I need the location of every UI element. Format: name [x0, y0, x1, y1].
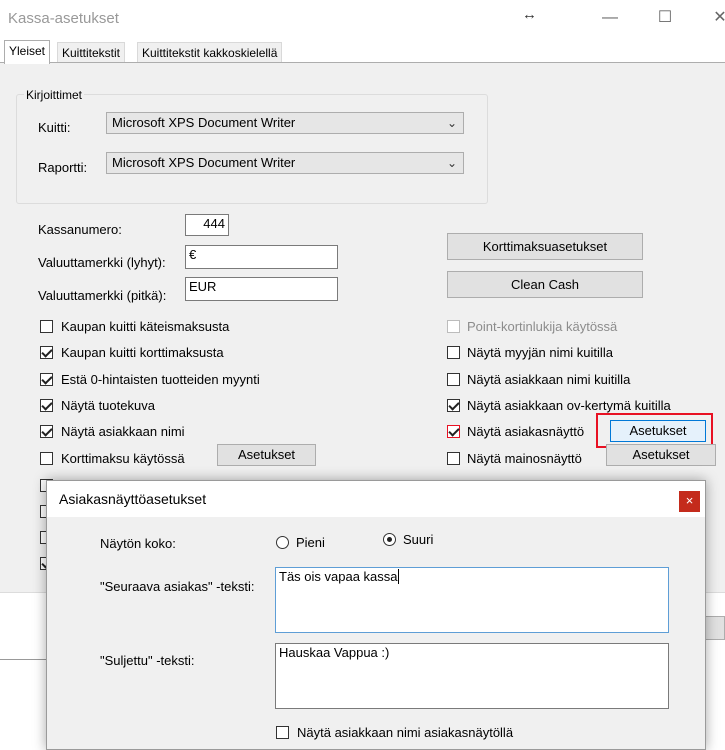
tab-yleiset[interactable]: Yleiset — [4, 40, 51, 64]
checkbox-label: Estä 0-hintaisten tuotteiden myynti — [61, 372, 260, 387]
close-icon[interactable]: ✕ — [700, 4, 725, 32]
card-payment-settings-small-button[interactable]: Asetukset — [217, 444, 316, 466]
checkbox-box — [447, 320, 460, 333]
report-printer-label: Raportti: — [38, 160, 88, 175]
checkbox-box[interactable] — [447, 399, 460, 412]
checkbox-label: Näytä asiakkaan ov-kertymä kuitilla — [467, 398, 671, 413]
printers-group — [16, 94, 488, 204]
currency-short-input[interactable]: € — [185, 245, 338, 269]
receipt-printer-label: Kuitti: — [38, 120, 71, 135]
tab-kuittitekstit-kakkoskielella[interactable]: Kuittitekstit kakkoskielellä — [137, 42, 283, 63]
radio-circle[interactable] — [383, 533, 396, 546]
currency-short-label: Valuuttamerkki (lyhyt): — [38, 255, 166, 270]
card-payment-settings-button[interactable]: Korttimaksuasetukset — [447, 233, 643, 260]
text-caret — [397, 569, 399, 584]
currency-long-input[interactable]: EUR — [185, 277, 338, 301]
radio-label: Pieni — [296, 535, 325, 550]
window-title: Kassa-asetukset — [8, 10, 119, 27]
checkbox-box[interactable] — [40, 399, 53, 412]
chevron-down-icon: ⌄ — [446, 156, 457, 170]
currency-long-label: Valuuttamerkki (pitkä): — [38, 288, 167, 303]
checkbox-box[interactable] — [40, 346, 53, 359]
checkbox-box[interactable] — [276, 726, 289, 739]
checkbox-label: Näytä asiakkaan nimi asiakasnäytöllä — [297, 725, 514, 740]
dialog-title-bar: Asiakasnäyttöasetukset × — [47, 481, 705, 517]
tab-kuittitekstit[interactable]: Kuittitekstit — [57, 42, 126, 63]
resize-icon: ↔ — [522, 6, 537, 23]
checkbox-box[interactable] — [40, 452, 53, 465]
checkbox-label: Näytä myyjän nimi kuitilla — [467, 345, 613, 360]
display-size-label: Näytön koko: — [100, 536, 176, 551]
minimize-icon[interactable]: — — [590, 4, 630, 32]
closed-text-input[interactable]: Hauskaa Vappua :) — [275, 643, 669, 709]
window-edge — [0, 659, 46, 660]
checkbox-box[interactable] — [40, 373, 53, 386]
report-printer-select[interactable]: Microsoft XPS Document Writer ⌄ — [106, 152, 464, 174]
receipt-printer-value: Microsoft XPS Document Writer — [112, 115, 296, 130]
checkbox-box[interactable] — [40, 425, 53, 438]
radio-circle[interactable] — [276, 536, 289, 549]
customer-display-settings-button[interactable]: Asetukset — [610, 420, 706, 442]
checkbox-label: Näytä asiakasnäyttö — [467, 424, 585, 439]
checkbox-label: Kaupan kuitti korttimaksusta — [61, 345, 224, 360]
next-customer-text-input[interactable]: Täs ois vapaa kassa — [275, 567, 669, 633]
checkbox-box[interactable] — [447, 452, 460, 465]
dialog-close-icon[interactable]: × — [679, 491, 700, 512]
next-customer-text-value: Täs ois vapaa kassa — [279, 569, 398, 584]
checkbox-label: Näytä asiakkaan nimi — [61, 424, 185, 439]
register-number-input[interactable]: 444 — [185, 214, 229, 236]
checkbox-label: Näytä mainosnäyttö — [467, 451, 582, 466]
register-number-label: Kassanumero: — [38, 222, 122, 237]
receipt-printer-select[interactable]: Microsoft XPS Document Writer ⌄ — [106, 112, 464, 134]
checkbox-label: Näytä asiakkaan nimi kuitilla — [467, 372, 631, 387]
report-printer-value: Microsoft XPS Document Writer — [112, 155, 296, 170]
dialog-title: Asiakasnäyttöasetukset — [59, 491, 207, 507]
checkbox-box[interactable] — [447, 346, 460, 359]
checkbox-label: Näytä tuotekuva — [61, 398, 155, 413]
checkbox-label: Kaupan kuitti käteismaksusta — [61, 319, 230, 334]
clean-cash-button[interactable]: Clean Cash — [447, 271, 643, 298]
checkbox-label: Korttimaksu käytössä — [61, 451, 185, 466]
checkbox-label: Point-kortinlukija käytössä — [467, 319, 618, 334]
next-customer-text-label: "Seuraava asiakas" -teksti: — [100, 579, 255, 594]
checkbox-box[interactable] — [40, 320, 53, 333]
customer-display-dialog: Asiakasnäyttöasetukset × Näytön koko: Pi… — [46, 480, 706, 750]
checkbox-box[interactable] — [447, 373, 460, 386]
chevron-down-icon: ⌄ — [446, 116, 457, 130]
checkbox-box[interactable] — [447, 425, 460, 438]
printers-group-label: Kirjoittimet — [24, 88, 85, 102]
radio-label: Suuri — [403, 532, 434, 547]
maximize-icon[interactable]: ☐ — [645, 4, 685, 32]
title-bar: Kassa-asetukset ↔ — ☐ ✕ — [0, 0, 725, 36]
closed-text-label: "Suljettu" -teksti: — [100, 653, 195, 668]
ad-display-settings-button[interactable]: Asetukset — [606, 444, 716, 466]
